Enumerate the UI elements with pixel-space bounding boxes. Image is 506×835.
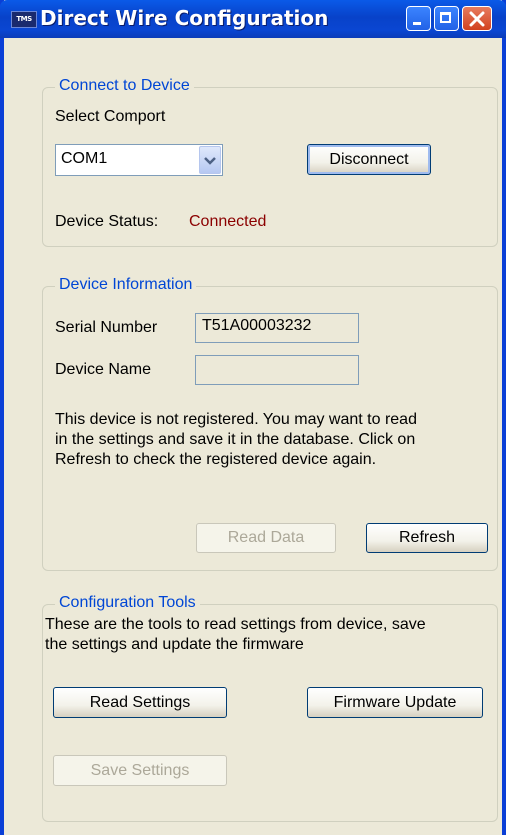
- device-name-label: Device Name: [55, 361, 152, 378]
- title-bar[interactable]: TMS Direct Wire Configuration: [0, 0, 506, 38]
- chevron-down-icon: [204, 157, 216, 165]
- device-information-group: Device Information Serial Number T51A000…: [42, 276, 498, 571]
- serial-number-field: T51A00003232: [195, 313, 359, 343]
- minimize-icon: [413, 22, 421, 25]
- read-settings-button[interactable]: Read Settings: [53, 687, 227, 718]
- minimize-button[interactable]: [406, 6, 431, 31]
- read-data-button[interactable]: Read Data: [196, 523, 336, 553]
- info-message-line3: Refresh to check the registered device a…: [55, 451, 377, 468]
- maximize-icon: [440, 12, 451, 23]
- tools-group-legend: Configuration Tools: [55, 594, 200, 612]
- refresh-button[interactable]: Refresh: [366, 523, 488, 553]
- connect-to-device-group: Connect to Device Select Comport COM1 Di…: [42, 77, 498, 247]
- device-status-label: Device Status:: [55, 213, 159, 230]
- config-window: TMS Direct Wire Configuration Connect to…: [0, 0, 506, 835]
- close-button[interactable]: [462, 6, 492, 31]
- dropdown-button[interactable]: [199, 146, 221, 174]
- tools-description-line2: the settings and update the firmware: [45, 636, 304, 653]
- comport-select[interactable]: COM1: [55, 144, 223, 176]
- firmware-update-button[interactable]: Firmware Update: [307, 687, 483, 718]
- window-title: Direct Wire Configuration: [40, 6, 329, 30]
- device-name-field: [195, 355, 359, 385]
- save-settings-button[interactable]: Save Settings: [53, 755, 227, 786]
- disconnect-button[interactable]: Disconnect: [307, 144, 431, 175]
- connect-group-legend: Connect to Device: [55, 77, 194, 95]
- info-message-line1: This device is not registered. You may w…: [55, 411, 417, 428]
- maximize-button[interactable]: [434, 6, 459, 31]
- serial-number-label: Serial Number: [55, 319, 158, 336]
- configuration-tools-group: Configuration Tools These are the tools …: [42, 594, 498, 822]
- close-icon: [469, 11, 485, 27]
- select-comport-label: Select Comport: [55, 108, 166, 125]
- app-icon: TMS: [11, 11, 37, 28]
- info-message-line2: in the settings and save it in the datab…: [55, 431, 416, 448]
- comport-value: COM1: [61, 150, 108, 167]
- info-group-legend: Device Information: [55, 276, 197, 294]
- tools-description-line1: These are the tools to read settings fro…: [45, 616, 426, 633]
- device-status-value: Connected: [189, 213, 267, 230]
